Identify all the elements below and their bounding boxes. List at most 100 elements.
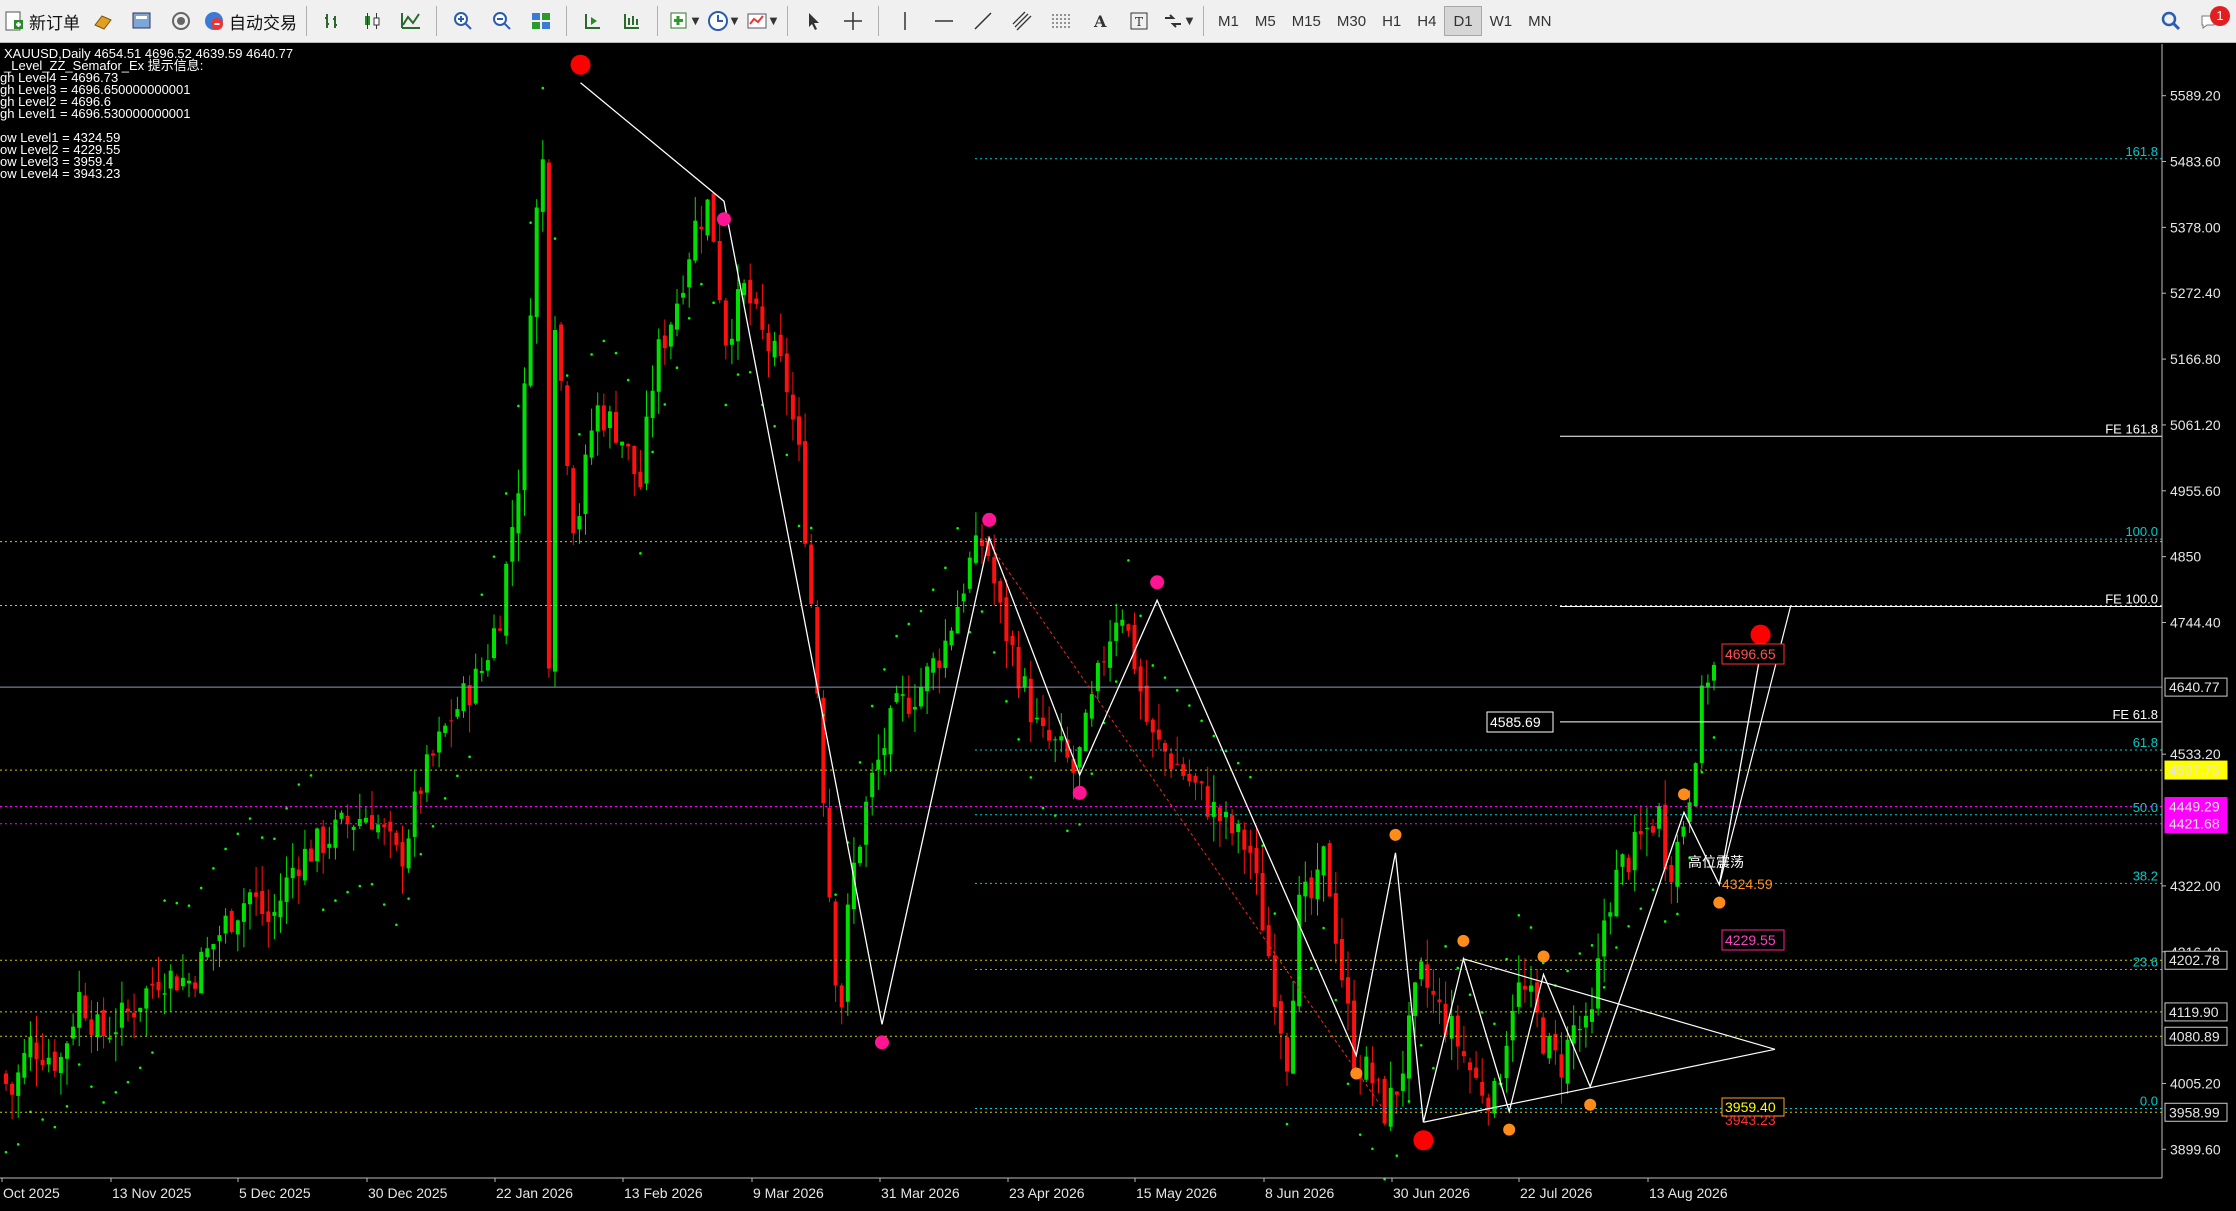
candle-body	[1169, 753, 1174, 769]
price-tag-label: 3958.99	[2169, 1104, 2220, 1120]
candle-body	[711, 193, 716, 242]
candle-body	[1205, 786, 1210, 817]
candle-body	[302, 848, 307, 881]
candle-body	[1638, 831, 1643, 835]
price-tick-label: 4744.40	[2170, 614, 2221, 630]
time-tick-label: 23 Apr 2026	[1009, 1185, 1085, 1201]
candle-body	[28, 1036, 33, 1058]
templates-button[interactable]: ▼	[745, 5, 778, 38]
candle-body	[614, 411, 618, 443]
crosshair-tool-button[interactable]	[836, 5, 869, 38]
auto-trading-button[interactable]: 自动交易	[203, 5, 297, 38]
zoom-in-button[interactable]	[446, 5, 479, 38]
candle-body	[187, 980, 191, 984]
sar-dot	[687, 316, 691, 320]
timeframe-mn-button[interactable]: MN	[1520, 6, 1559, 36]
timeframe-m1-button[interactable]: M1	[1210, 6, 1247, 36]
low-level-4: ow Level4 = 3943.23	[0, 166, 120, 181]
vertical-line-tool-button[interactable]	[888, 5, 921, 38]
zoom-out-button[interactable]	[485, 5, 518, 38]
equidistant-channel-tool-button[interactable]	[1005, 5, 1038, 38]
indicators-button[interactable]: ▼	[667, 5, 700, 38]
line-chart-button[interactable]	[394, 5, 427, 38]
sar-dot	[187, 904, 191, 907]
candle-body	[1620, 854, 1625, 867]
trendline-tool-button[interactable]	[966, 5, 999, 38]
tile-windows-button[interactable]	[524, 5, 557, 38]
candle-body	[492, 628, 496, 659]
candle-body	[980, 540, 984, 546]
candle-body	[1541, 1017, 1546, 1054]
time-tick-label: 15 May 2026	[1136, 1185, 1217, 1201]
text-label-tool-button[interactable]: T	[1122, 5, 1155, 38]
candle-body	[748, 279, 753, 304]
price-tag-label: 4640.77	[2169, 679, 2220, 695]
notifications-button[interactable]: 1	[2193, 5, 2230, 38]
timeframe-h4-button[interactable]: H4	[1409, 6, 1444, 36]
toolbar-separator	[566, 6, 567, 36]
sar-dot	[1358, 1133, 1362, 1136]
candle-body	[357, 819, 362, 827]
timeframe-m5-button[interactable]: M5	[1247, 6, 1284, 36]
candle-body	[1425, 964, 1430, 988]
candle-body	[809, 544, 814, 604]
sar-dot	[1468, 993, 1472, 997]
candle-body	[528, 315, 533, 386]
auto-scroll-button[interactable]	[576, 5, 609, 38]
fibonacci-tool-button[interactable]	[1044, 5, 1077, 38]
horizontal-line-tool-button[interactable]	[927, 5, 960, 38]
candle-body	[144, 988, 149, 1009]
candle-body	[266, 911, 271, 923]
sar-dot	[675, 366, 679, 369]
timeframe-d1-button[interactable]: D1	[1444, 6, 1482, 36]
text-tool-button[interactable]: A	[1083, 5, 1116, 38]
chevron-down-icon: ▼	[769, 15, 778, 27]
candle-body	[1022, 676, 1027, 688]
arrows-tool-button[interactable]: ▼	[1161, 5, 1194, 38]
candle-body	[1565, 1039, 1570, 1084]
sar-dot	[883, 668, 886, 671]
candle-body	[662, 335, 667, 349]
periods-button[interactable]: ▼	[706, 5, 739, 38]
candle-body	[1333, 893, 1338, 944]
candle-body	[363, 817, 368, 823]
candle-body	[742, 283, 747, 296]
semafor-marker-1	[1537, 950, 1550, 963]
sar-dot	[53, 1125, 57, 1129]
candlestick-button[interactable]	[355, 5, 388, 38]
sar-dot	[663, 403, 667, 406]
search-button[interactable]	[2154, 5, 2187, 38]
timeframe-w1-button[interactable]: W1	[1482, 6, 1521, 36]
fibonacci-icon	[1051, 14, 1070, 28]
timeframe-m15-button[interactable]: M15	[1284, 6, 1329, 36]
price-chart[interactable]: 161.8 100.0 61.8 50.0 38.2 23.6 0.0 FE 161.8 FE …	[0, 44, 2236, 1211]
sar-dot	[1029, 776, 1033, 779]
sar-dot	[602, 339, 606, 343]
timeframe-h1-button[interactable]: H1	[1374, 6, 1409, 36]
metaeditor-button[interactable]	[125, 5, 158, 38]
history-center-button[interactable]	[86, 5, 119, 38]
candle-body	[699, 226, 704, 230]
time-tick-label: 30 Jun 2026	[1393, 1185, 1470, 1201]
chart-canvas[interactable]: 161.8 100.0 61.8 50.0 38.2 23.6 0.0 FE 161.8 FE …	[0, 44, 2236, 1211]
candle-body	[400, 842, 405, 867]
candle-body	[607, 411, 612, 429]
candle-body	[168, 970, 173, 989]
bar-chart-button[interactable]	[316, 5, 349, 38]
cursor-tool-button[interactable]	[797, 5, 830, 38]
sar-dot	[212, 867, 215, 870]
sar-dot	[90, 1085, 93, 1088]
timeframe-m30-button[interactable]: M30	[1329, 6, 1374, 36]
semafor-marker-2	[1150, 575, 1165, 590]
candle-body	[1431, 990, 1436, 995]
signal-icon	[171, 12, 190, 30]
chart-shift-button[interactable]	[615, 5, 648, 38]
candle-body	[1102, 661, 1106, 663]
candle-body	[1407, 1015, 1411, 1079]
candle-body	[559, 324, 564, 381]
market-watch-button[interactable]	[164, 5, 197, 38]
time-tick-label: 31 Mar 2026	[881, 1185, 960, 1201]
candle-body	[296, 869, 301, 877]
candle-body	[870, 772, 875, 798]
new-order-button[interactable]: 新订单	[3, 5, 80, 38]
